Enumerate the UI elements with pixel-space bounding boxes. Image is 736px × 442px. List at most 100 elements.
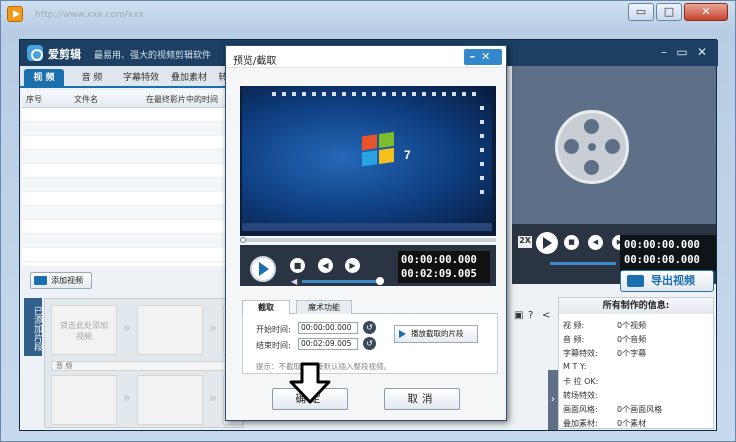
info-label: 视 频:: [563, 321, 585, 330]
info-label: 叠加素材:: [563, 419, 598, 428]
clip-timeline: 双击此处添加视频 » » 音 频 » »: [44, 298, 244, 428]
column-header-time[interactable]: 在最终影片中的时间: [146, 94, 218, 105]
table-row[interactable]: [22, 150, 226, 164]
table-row[interactable]: [22, 164, 226, 178]
tab-audio[interactable]: 音 频: [72, 69, 112, 88]
app-minimize-button[interactable]: –: [656, 44, 672, 60]
main-prev-button[interactable]: ◀: [588, 235, 603, 250]
info-value: 0个画面风格: [617, 405, 663, 414]
preview-toolbar: ▣ ? <: [512, 310, 554, 324]
play-cut-segment-button[interactable]: 播放截取的片段: [394, 325, 478, 343]
app-slogan: 最易用、强大的视频剪辑软件: [94, 51, 212, 61]
down-arrow-annotation-icon: [289, 362, 331, 404]
info-value: 0个音频: [617, 335, 647, 344]
app-name: 爱剪辑: [48, 48, 81, 61]
tab-subtitle-effects[interactable]: 字幕特效: [118, 69, 164, 88]
main-play-button[interactable]: [536, 232, 558, 254]
film-icon: [34, 276, 47, 285]
clip-slot[interactable]: [51, 375, 117, 425]
share-icon[interactable]: <: [542, 310, 550, 321]
main-volume-slider[interactable]: [550, 262, 616, 265]
next-icon: ▶: [349, 261, 356, 270]
time-current: 00:00:00.000: [401, 254, 477, 266]
table-row[interactable]: [22, 206, 226, 220]
info-label: 字幕特效:: [563, 349, 598, 358]
cancel-button[interactable]: 取消: [384, 388, 460, 410]
seek-bar[interactable]: [240, 238, 496, 242]
window-maximize-button[interactable]: □: [656, 3, 682, 21]
tab-magic[interactable]: 魔术功能: [296, 300, 352, 314]
windows-logo-icon: [362, 131, 396, 169]
stop-button[interactable]: ■: [290, 258, 305, 273]
chevron-right-icon: »: [209, 391, 217, 406]
play-icon: [543, 237, 552, 249]
windows-7-mark: 7: [404, 148, 411, 162]
table-row[interactable]: [22, 122, 226, 136]
preview-cut-dialog: 预览/截取 –✕ 7 ■ ◀ ▶ ◀ 00:00:00.000 00:02:09…: [225, 45, 507, 421]
info-label: 画面风格:: [563, 405, 598, 414]
table-row[interactable]: [22, 178, 226, 192]
seek-handle[interactable]: [240, 237, 246, 243]
video-preview: 7: [240, 86, 496, 236]
next-button[interactable]: ▶: [345, 258, 360, 273]
table-header: 序号 文件名 在最终影片中的时间: [22, 90, 226, 108]
add-video-label: 添加视频: [51, 276, 83, 285]
speed-indicator[interactable]: 2X: [518, 236, 532, 248]
table-row[interactable]: [22, 234, 226, 248]
audio-track[interactable]: 音 频: [51, 361, 241, 371]
add-video-button[interactable]: 添加视频: [30, 272, 92, 289]
export-video-button[interactable]: 导出视频: [620, 270, 714, 292]
chevron-right-icon: »: [123, 391, 131, 406]
clip-slot[interactable]: [137, 305, 203, 355]
volume-slider[interactable]: [302, 280, 380, 283]
window-close-button[interactable]: ✕: [684, 3, 728, 21]
info-label: 音 频:: [563, 335, 585, 344]
play-cut-label: 播放截取的片段: [411, 329, 464, 338]
info-value: 0个视频: [617, 321, 647, 330]
main-tabs: 视 频 音 频 字幕特效 叠加素材 转场特效: [20, 66, 232, 88]
save-icon[interactable]: ▣: [514, 310, 523, 321]
previous-button[interactable]: ◀: [318, 258, 333, 273]
tab-video[interactable]: 视 频: [24, 69, 64, 88]
play-button[interactable]: [250, 256, 276, 282]
end-time-reset-icon[interactable]: ↺: [363, 337, 376, 350]
film-reel-icon: [555, 110, 629, 184]
table-row[interactable]: [22, 108, 226, 122]
table-row[interactable]: [22, 136, 226, 150]
main-time-current: 00:00:00.000: [624, 239, 700, 251]
dialog-minimize-close-buttons[interactable]: –✕: [464, 49, 502, 65]
previous-icon: ◀: [322, 261, 329, 270]
info-panel: 所有制作的信息: 视 频: 0个视频 音 频: 0个音频 字幕特效: 0个字幕 …: [558, 297, 714, 429]
table-row[interactable]: [22, 220, 226, 234]
stop-icon: ■: [293, 261, 302, 270]
window-minimize-button[interactable]: ▭: [628, 3, 654, 21]
info-value: 0个字幕: [617, 349, 647, 358]
info-label: 转场特效:: [563, 391, 598, 400]
app-close-button[interactable]: ✕: [694, 44, 710, 60]
main-stop-button[interactable]: ■: [564, 235, 579, 250]
window-caption: http://www.xxx.com/xxx: [35, 10, 144, 20]
volume-icon[interactable]: ◀: [291, 277, 297, 286]
main-time-total: 00:00:00.000: [624, 254, 700, 266]
added-clips-sidebar: 已添加片段: [24, 298, 42, 356]
column-header-index[interactable]: 序号: [26, 94, 42, 105]
table-row[interactable]: [22, 192, 226, 206]
collapse-panel-button[interactable]: ›: [548, 370, 558, 430]
play-icon: [399, 330, 406, 338]
table-row[interactable]: [22, 248, 226, 262]
info-title: 所有制作的信息:: [559, 298, 713, 314]
tab-cut[interactable]: 截取: [242, 300, 290, 314]
column-header-filename[interactable]: 文件名: [74, 94, 98, 105]
help-icon[interactable]: ?: [528, 310, 533, 321]
tab-overlay-material[interactable]: 叠加素材: [167, 69, 211, 88]
app-logo-icon: [27, 45, 43, 61]
app-maximize-button[interactable]: ▭: [674, 44, 690, 60]
export-icon: [627, 275, 644, 287]
end-time-input[interactable]: 00:02:09.005: [298, 338, 358, 350]
info-label: M T Y:: [563, 362, 587, 371]
volume-handle[interactable]: [376, 277, 384, 285]
clip-slot[interactable]: 双击此处添加视频: [51, 305, 117, 355]
start-time-reset-icon[interactable]: ↺: [363, 321, 376, 334]
clip-slot[interactable]: [137, 375, 203, 425]
start-time-input[interactable]: 00:00:00.000: [298, 322, 358, 334]
